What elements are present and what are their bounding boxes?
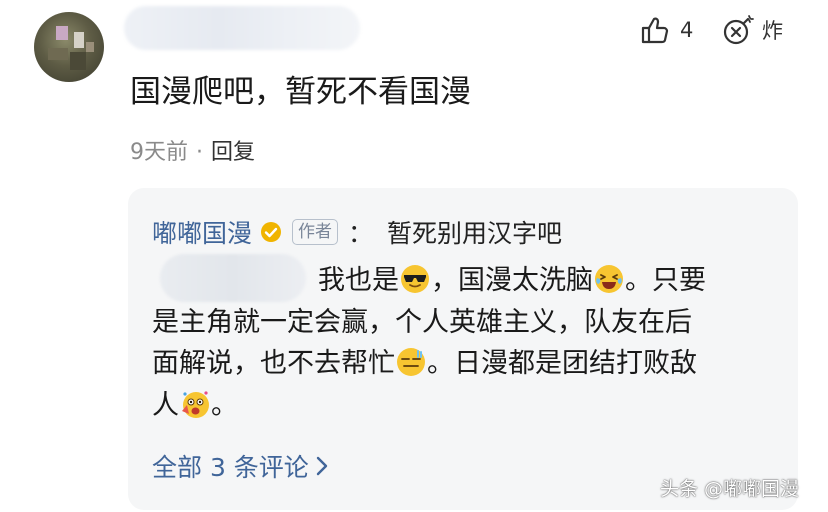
reply-text-segment: 。日漫都是团结打败敌 — [427, 348, 697, 379]
party-emoji-icon — [182, 390, 209, 418]
avatar-pixel — [48, 48, 68, 60]
reply-body: 我也是 ，国漫太洗脑 。只要 是主角就一定会赢，个人英雄主义，队友在后 面解说，… — [152, 260, 772, 426]
bomb-icon — [723, 15, 754, 45]
comment-meta: 9天前 · 回复 — [130, 136, 255, 170]
meta-separator: · — [196, 140, 203, 165]
verified-badge-icon — [261, 222, 282, 242]
avatar-pixel — [86, 42, 94, 52]
bomb-label: 炸 — [762, 19, 783, 43]
reply-text-segment: 我也是 — [318, 265, 399, 296]
watermark: 头条 @嘟嘟国漫 — [660, 478, 800, 500]
reply-button[interactable]: 回复 — [211, 140, 255, 165]
view-all-replies-link[interactable]: 全部 3 条评论 — [152, 448, 329, 484]
reply-text-segment: ，国漫太洗脑 — [431, 265, 593, 296]
reply-text-segment: 。只要 — [625, 265, 706, 296]
chevron-right-icon — [316, 456, 328, 476]
avatar-pixel — [56, 26, 68, 40]
quoted-comment: 暂死别用汉字吧 — [387, 219, 563, 248]
bomb-button[interactable]: 炸 — [722, 14, 783, 46]
avatar-pixel — [74, 32, 84, 48]
sweat-smile-emoji-icon — [397, 348, 425, 376]
thumbs-up-icon — [641, 17, 669, 44]
reply-card: 嘟嘟国漫 作者 ： 暂死别用汉字吧 我也是 ，国漫太洗脑 。只要 是主角就一定会… — [128, 188, 798, 510]
reply-text-segment: 是主角就一定会赢，个人英雄主义，队友在后 — [152, 306, 692, 338]
reply-header: 嘟嘟国漫 作者 ： 暂死别用汉字吧 — [152, 212, 562, 252]
author-tag: 作者 — [292, 219, 339, 245]
avatar-pixel — [70, 52, 86, 70]
reply-text-segment: 面解说，也不去帮忙 — [152, 348, 395, 379]
comment-time: 9天前 — [130, 140, 188, 165]
blurred-username[interactable] — [124, 6, 360, 50]
comment-text: 国漫爬吧，暂死不看国漫 — [130, 74, 471, 110]
like-count: 4 — [680, 18, 694, 42]
all-replies-label: 全部 3 条评论 — [152, 453, 309, 482]
user-avatar[interactable] — [34, 12, 104, 82]
sunglasses-emoji-icon — [401, 265, 429, 293]
like-button[interactable]: 4 — [640, 14, 693, 46]
reply-text-segment: 人 — [152, 389, 179, 421]
laughing-tears-emoji-icon — [595, 265, 623, 293]
reply-text-segment: 。 — [211, 389, 238, 421]
reply-colon: ： — [348, 219, 374, 248]
reply-author-name[interactable]: 嘟嘟国漫 — [152, 214, 252, 250]
